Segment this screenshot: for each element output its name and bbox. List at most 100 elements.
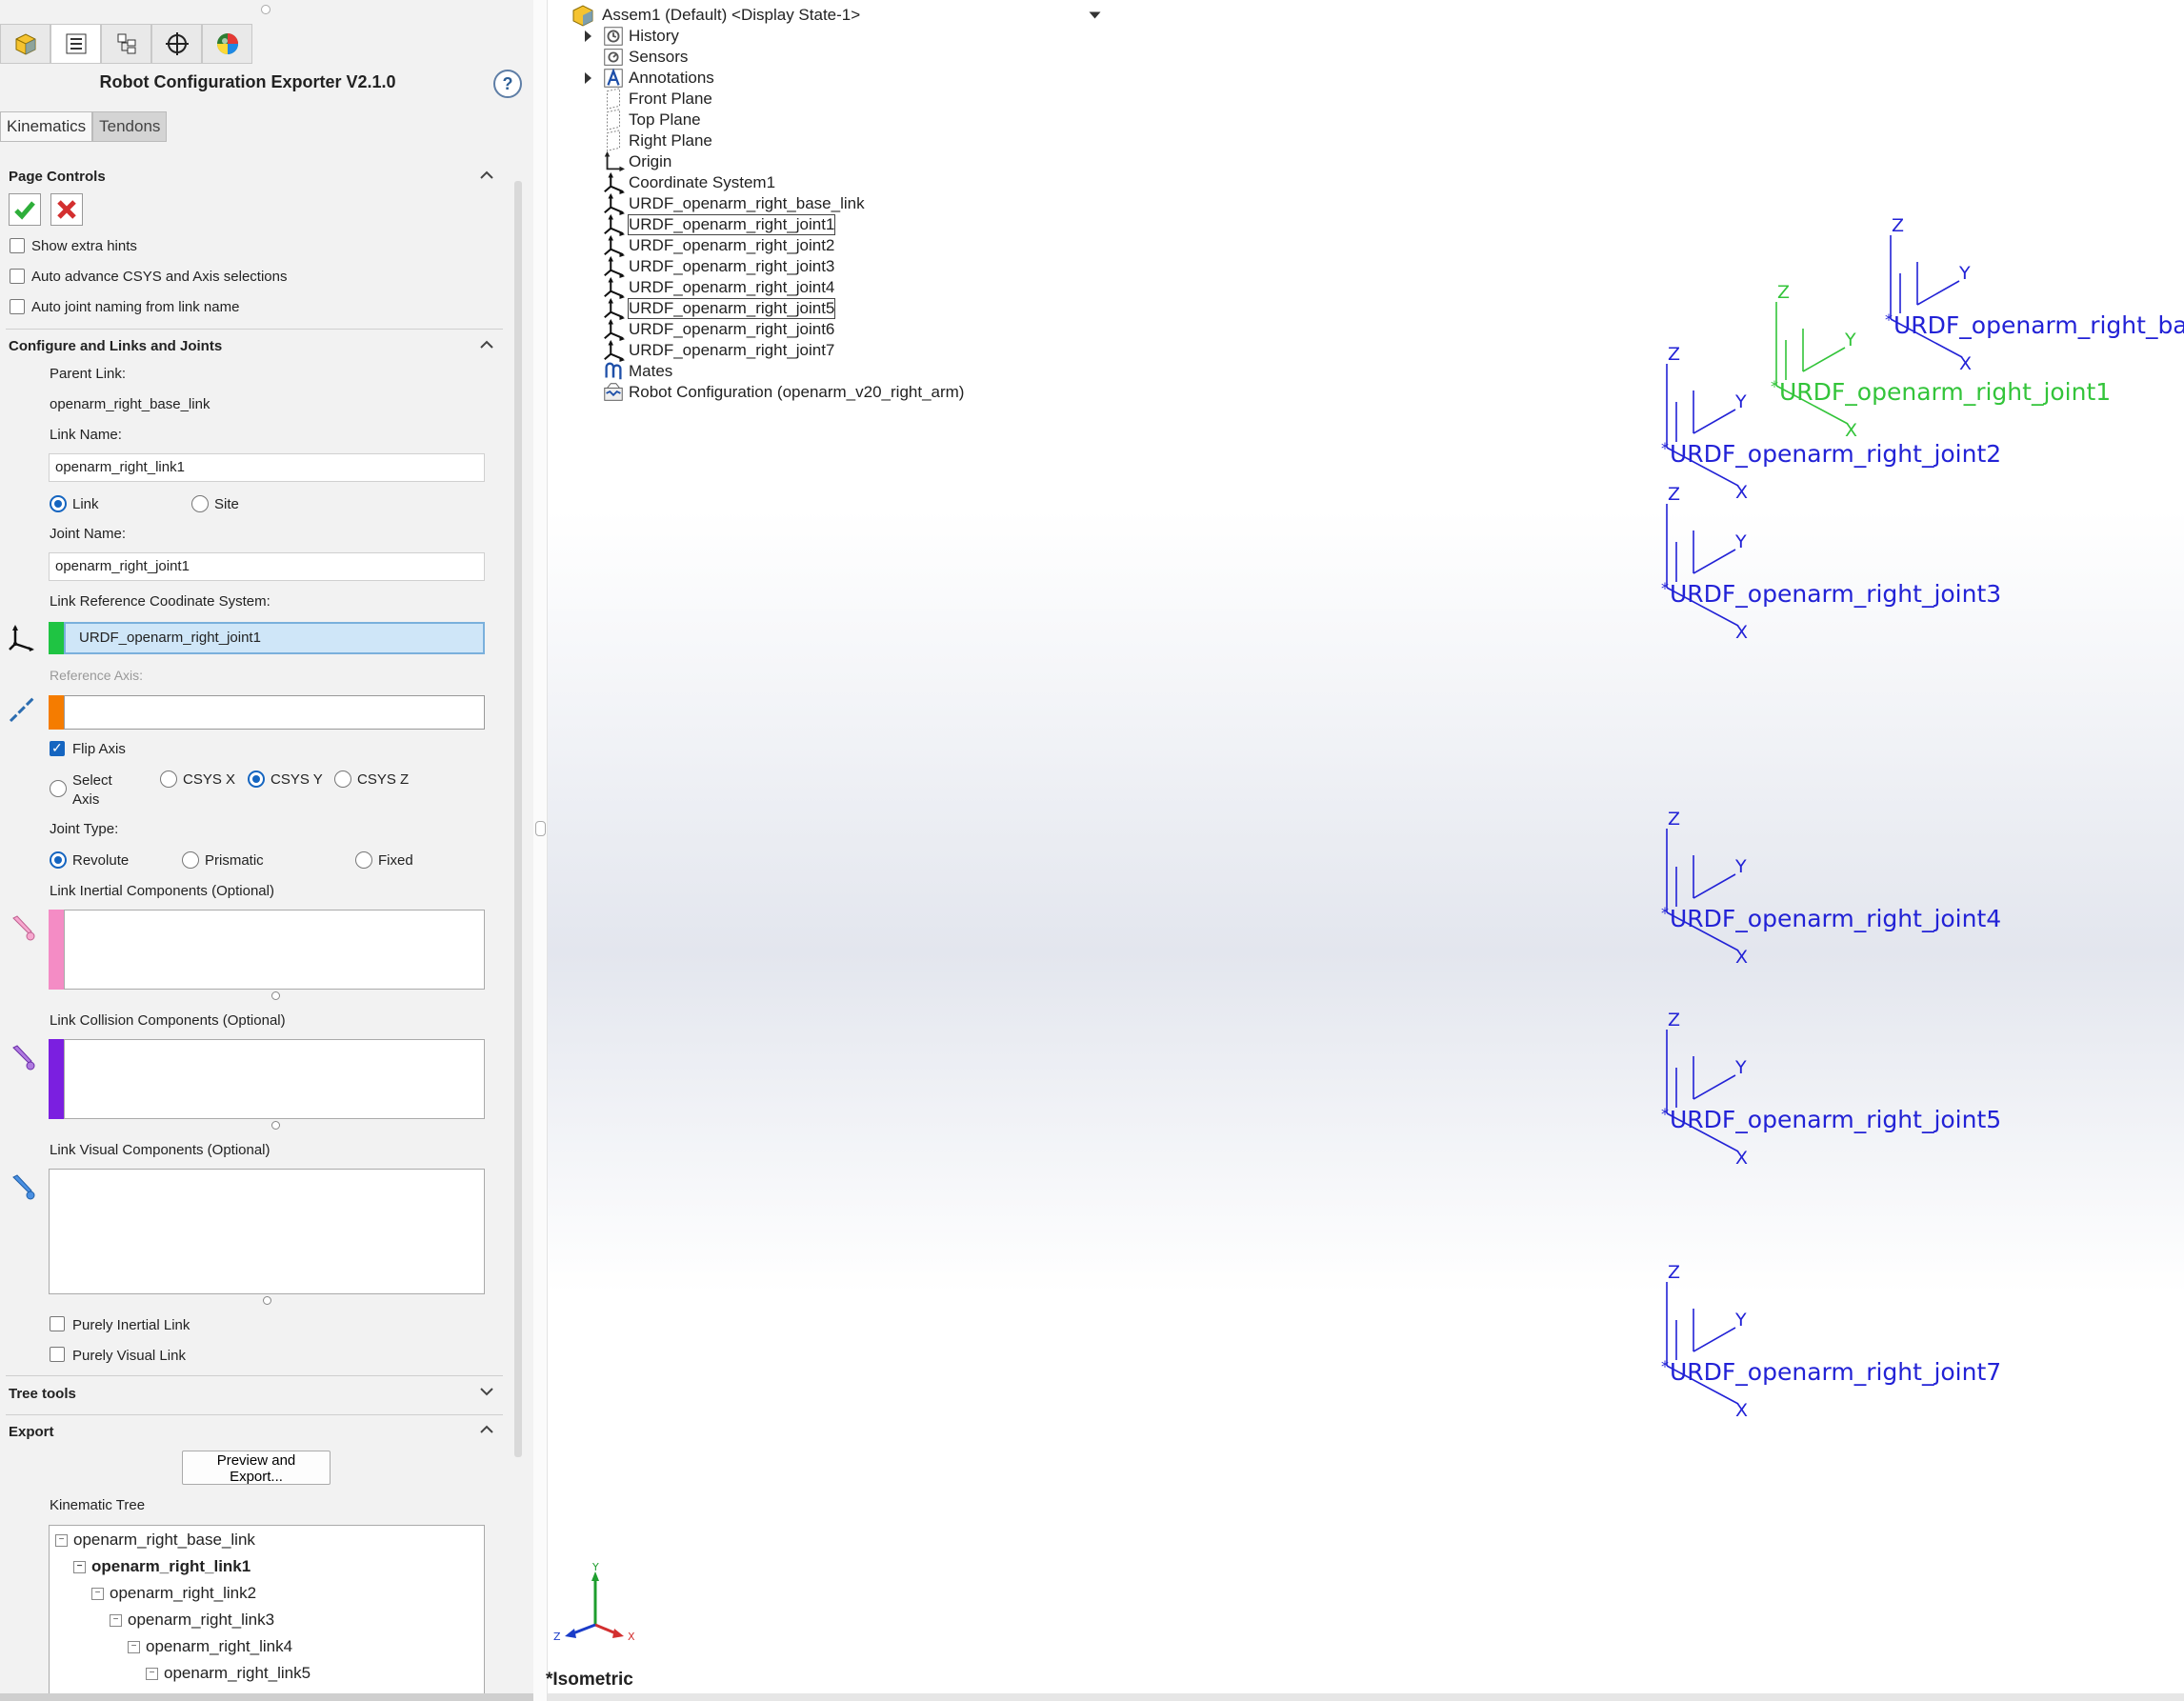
axis-csys-y-radio[interactable] — [248, 770, 265, 788]
collapse-box-icon[interactable]: − — [128, 1640, 140, 1653]
csys-axis-line — [1693, 409, 1736, 434]
link-name-input[interactable]: openarm_right_link1 — [49, 453, 485, 482]
axis-csys-x-radio[interactable] — [160, 770, 177, 788]
auto-advance-label: Auto advance CSYS and Axis selections — [31, 269, 288, 285]
joint-type-revolute-radio[interactable] — [50, 851, 67, 869]
tree-node-selected[interactable]: − openarm_right_link1 — [73, 1557, 250, 1576]
preview-and-export-button[interactable]: Preview and Export... — [182, 1451, 331, 1485]
csys-x-label: X — [1845, 420, 1857, 441]
auto-joint-naming-label: Auto joint naming from link name — [31, 299, 240, 315]
collapse-box-icon[interactable]: − — [55, 1533, 68, 1547]
tree-node[interactable]: − openarm_right_link5 — [146, 1664, 311, 1683]
axis-csys-z-radio[interactable] — [334, 770, 351, 788]
close-icon — [57, 200, 76, 219]
graphics-viewport[interactable]: Assem1 (Default) <Display State-1> Histo… — [548, 0, 2184, 1701]
purely-inertial-checkbox[interactable] — [50, 1316, 65, 1331]
inertial-list-resize-handle[interactable] — [271, 991, 280, 1000]
link-type-link-radio[interactable] — [50, 495, 67, 512]
csys-marker[interactable]: * Z Y X URDF_openarm_right_base_link — [1885, 215, 2184, 374]
axis-color-swatch — [49, 695, 64, 730]
csys-origin-marker: * — [1661, 904, 1669, 922]
triad-y-label: Y — [591, 1562, 599, 1573]
csys-axis-line — [1916, 280, 1960, 306]
chevron-up-icon[interactable] — [479, 168, 494, 183]
link-type-site-radio[interactable] — [191, 495, 209, 512]
axis-select-radio[interactable] — [50, 780, 67, 797]
show-extra-hints-checkbox[interactable] — [10, 238, 25, 253]
csys-marker[interactable]: * Z Y X URDF_openarm_right_joint4 — [1661, 809, 2001, 968]
csys-marker[interactable]: * Z Y X URDF_openarm_right_joint7 — [1661, 1262, 2001, 1421]
joint-type-fixed-radio[interactable] — [355, 851, 372, 869]
orientation-triad: Y X Z — [553, 1562, 635, 1643]
tab-feature-manager[interactable] — [0, 24, 50, 64]
panel-scrollbar[interactable] — [514, 181, 522, 1457]
csys-x-label: X — [1735, 947, 1748, 968]
csys-axis-line — [1693, 873, 1736, 899]
csys-origin-marker: * — [1661, 579, 1669, 597]
csys-marker[interactable]: * Z Y X URDF_openarm_right_joint5 — [1661, 1010, 2001, 1169]
csys-marker[interactable]: *ZYXURDF_openarm_right_joint2 — [1661, 344, 2001, 503]
csys-origin-marker: * — [1661, 1105, 1669, 1123]
joint-type-prismatic-radio[interactable] — [182, 851, 199, 869]
tab-dimxpert-manager[interactable] — [151, 24, 202, 64]
parent-link-value: openarm_right_base_link — [50, 396, 210, 412]
visual-components-label: Link Visual Components (Optional) — [50, 1142, 270, 1158]
collision-color-swatch — [49, 1039, 64, 1119]
csys-axis-line — [1802, 347, 1846, 372]
chevron-up-icon[interactable] — [479, 1422, 494, 1437]
csys-axis-line — [1693, 1074, 1736, 1100]
triad-x-label: X — [628, 1631, 635, 1643]
csys-z-label: Z — [1668, 484, 1680, 505]
tree-node[interactable]: − openarm_right_link2 — [91, 1584, 256, 1603]
panel-grip-handle[interactable] — [261, 5, 270, 14]
chevron-up-icon[interactable] — [479, 337, 494, 352]
csys-label: Link Reference Coodinate System: — [50, 593, 270, 610]
manager-tabs — [0, 24, 252, 64]
joint-type-revolute-label: Revolute — [72, 852, 130, 869]
csys-origin-marker: * — [1771, 377, 1778, 395]
collision-list-resize-handle[interactable] — [271, 1121, 280, 1130]
tab-property-manager[interactable] — [50, 24, 101, 64]
csys-marker[interactable]: * Z Y X URDF_openarm_right_joint3 — [1661, 484, 2001, 643]
csys-marker[interactable]: * Z Y X URDF_openarm_right_joint1 — [1771, 282, 2111, 441]
configuration-manager-icon — [117, 33, 135, 54]
pane-splitter[interactable] — [533, 0, 548, 1701]
auto-advance-checkbox[interactable] — [10, 269, 25, 284]
auto-joint-naming-checkbox[interactable] — [10, 299, 25, 314]
csys-y-label: Y — [1734, 391, 1747, 412]
purely-visual-checkbox[interactable] — [50, 1347, 65, 1362]
tree-node[interactable]: − openarm_right_base_link — [55, 1531, 255, 1550]
joint-type-fixed-label: Fixed — [378, 852, 413, 869]
collapse-box-icon[interactable]: − — [146, 1667, 158, 1680]
chevron-down-icon[interactable] — [479, 1384, 494, 1399]
tree-node[interactable]: − openarm_right_link4 — [128, 1637, 292, 1656]
csys-z-label: Z — [1668, 809, 1680, 830]
inertial-components-list[interactable] — [64, 910, 485, 990]
property-manager-panel: Robot Configuration Exporter V2.1.0 ? Ki… — [0, 0, 534, 1701]
collision-components-list[interactable] — [64, 1039, 485, 1119]
kinematic-tree[interactable]: − openarm_right_base_link − openarm_right_… — [49, 1525, 485, 1701]
collapse-box-icon[interactable]: − — [91, 1587, 104, 1600]
tab-kinematics[interactable]: Kinematics — [0, 111, 93, 142]
collapse-box-icon[interactable]: − — [73, 1560, 86, 1573]
tab-display-manager[interactable] — [202, 24, 252, 64]
joint-name-input[interactable]: openarm_right_joint1 — [49, 552, 485, 581]
tab-configuration-manager[interactable] — [101, 24, 151, 64]
csys-y-label: Y — [1734, 856, 1747, 877]
help-button[interactable]: ? — [493, 70, 522, 98]
csys-y-label: Y — [1734, 1057, 1747, 1078]
ok-button[interactable] — [9, 193, 41, 226]
cancel-button[interactable] — [50, 193, 83, 226]
reference-axis-selection-box[interactable] — [64, 695, 485, 730]
visual-components-list[interactable] — [49, 1169, 485, 1294]
flip-axis-checkbox[interactable] — [50, 740, 65, 756]
csys-selection-box[interactable]: URDF_openarm_right_joint1 — [64, 622, 485, 654]
tree-node[interactable]: − openarm_right_link3 — [110, 1611, 274, 1630]
tab-tendons[interactable]: Tendons — [92, 111, 168, 142]
kinematic-tree-label: Kinematic Tree — [50, 1497, 146, 1513]
splitter-handle[interactable] — [535, 821, 546, 836]
csys-z-label: Z — [1668, 344, 1680, 365]
joint-type-label: Joint Type: — [50, 821, 119, 837]
collapse-box-icon[interactable]: − — [110, 1613, 122, 1627]
visual-list-resize-handle[interactable] — [263, 1296, 271, 1305]
